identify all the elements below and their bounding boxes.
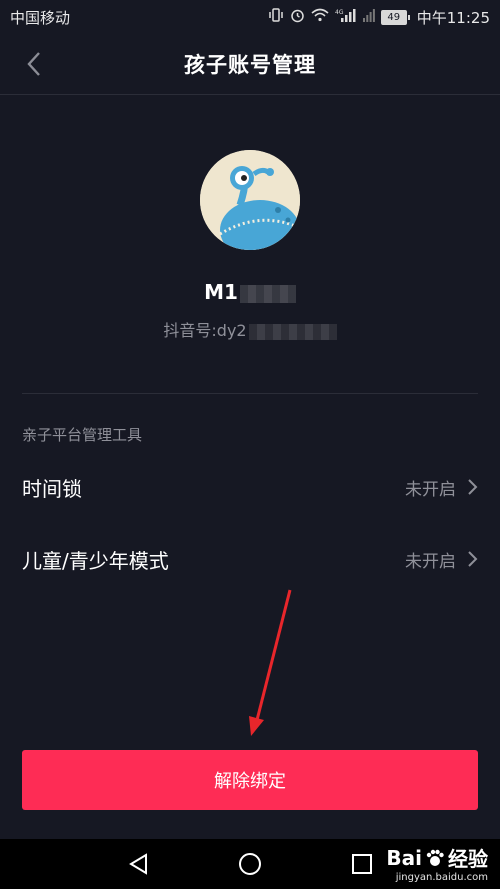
- paw-icon: [426, 849, 444, 866]
- page-title: 孩子账号管理: [184, 53, 316, 77]
- battery-icon: 49: [380, 9, 410, 25]
- row-right: 未开启: [405, 475, 478, 500]
- watermark-brand: Bai: [386, 845, 422, 870]
- nav-bar: 孩子账号管理: [0, 34, 500, 95]
- username-text: M1: [204, 280, 238, 304]
- username-redaction: [239, 284, 296, 303]
- status-icons: 4G 49 中午11:25: [268, 7, 490, 28]
- annotation-arrow-icon: [249, 589, 292, 736]
- unbind-button[interactable]: 解除绑定: [22, 750, 478, 810]
- douyin-id-text: 抖音号:dy2: [163, 321, 247, 340]
- watermark-url: jingyan.baidu.com: [395, 872, 488, 883]
- row-label: 时间锁: [22, 476, 82, 501]
- wifi-icon: [311, 8, 329, 26]
- system-back-button[interactable]: [127, 852, 151, 876]
- row-right: 未开启: [405, 547, 478, 572]
- watermark-main: Bai 经验: [386, 843, 488, 872]
- chevron-right-icon: [468, 551, 478, 567]
- status-bar: 中国移动 4G 49 中午11:25: [0, 0, 500, 34]
- signal-icon: 4G: [335, 8, 357, 27]
- square-recent-icon: [352, 854, 372, 874]
- back-button[interactable]: [18, 48, 50, 80]
- chevron-left-icon: [27, 52, 40, 76]
- system-recent-button[interactable]: [350, 852, 374, 876]
- chevron-right-icon: [468, 479, 478, 495]
- monster-avatar-icon: [200, 150, 300, 250]
- signal-tag: 4G: [335, 9, 344, 16]
- douyin-id: 抖音号:dy2: [0, 317, 500, 341]
- douyin-id-redaction: [248, 323, 337, 340]
- row-youth-mode[interactable]: 儿童/青少年模式 未开启: [0, 529, 500, 589]
- divider: [22, 393, 478, 394]
- avatar[interactable]: [200, 150, 300, 250]
- system-home-button[interactable]: [238, 852, 262, 876]
- username: M1: [0, 280, 500, 304]
- circle-home-icon: [239, 853, 261, 875]
- row-time-lock[interactable]: 时间锁 未开启: [0, 457, 500, 517]
- clock-label: 中午11:25: [416, 8, 490, 27]
- alarm-icon: [290, 8, 305, 27]
- watermark-suffix: 经验: [448, 847, 488, 871]
- unbind-button-label: 解除绑定: [214, 771, 286, 791]
- row-value: 未开启: [405, 479, 456, 500]
- sim-signal-icon: [362, 8, 375, 26]
- row-label: 儿童/青少年模式: [22, 548, 169, 573]
- carrier-label: 中国移动: [10, 8, 71, 27]
- triangle-back-icon: [129, 853, 147, 875]
- baidu-jingyan-watermark: Bai 经验 jingyan.baidu.com: [386, 843, 488, 884]
- section-label: 亲子平台管理工具: [22, 426, 143, 444]
- vibrate-icon: [268, 8, 284, 26]
- system-nav-bar: Bai 经验 jingyan.baidu.com: [0, 839, 500, 889]
- row-value: 未开启: [405, 551, 456, 572]
